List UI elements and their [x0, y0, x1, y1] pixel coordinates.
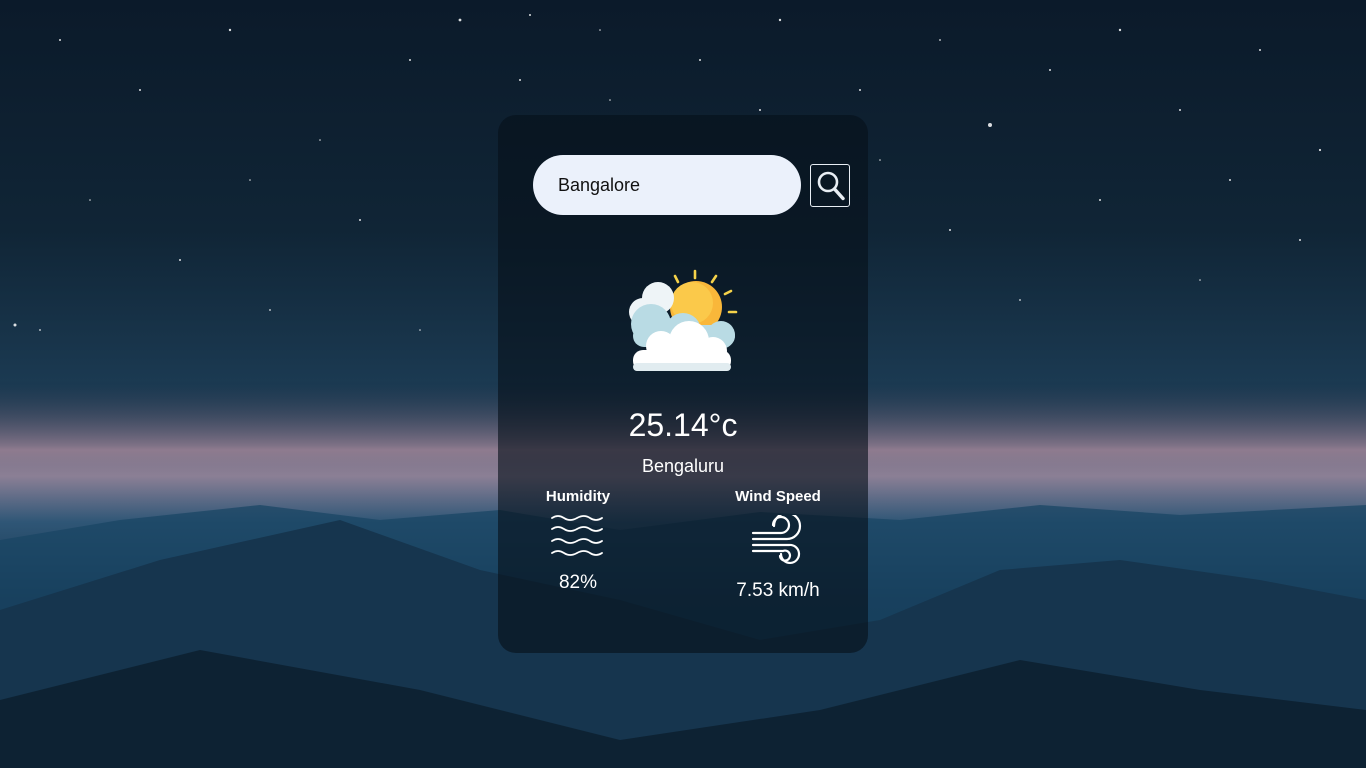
partly-cloudy-sun-icon — [629, 269, 738, 371]
search-input[interactable] — [533, 155, 801, 215]
search-icon — [817, 171, 845, 201]
wind-speed-value: 7.53 km/h — [736, 580, 820, 601]
weather-card: 25.14°c Bengaluru Humidity 82% Wind Spee… — [498, 115, 868, 653]
humidity-label: Humidity — [545, 488, 611, 505]
humidity-waves-icon — [551, 515, 603, 556]
search-button[interactable] — [810, 164, 850, 207]
humidity-value: 82% — [558, 572, 598, 593]
temperature: 25.14°c — [628, 407, 738, 443]
wind-speed-label: Wind Speed — [735, 488, 821, 505]
city-name: Bengaluru — [641, 456, 725, 476]
wind-icon — [751, 515, 802, 565]
